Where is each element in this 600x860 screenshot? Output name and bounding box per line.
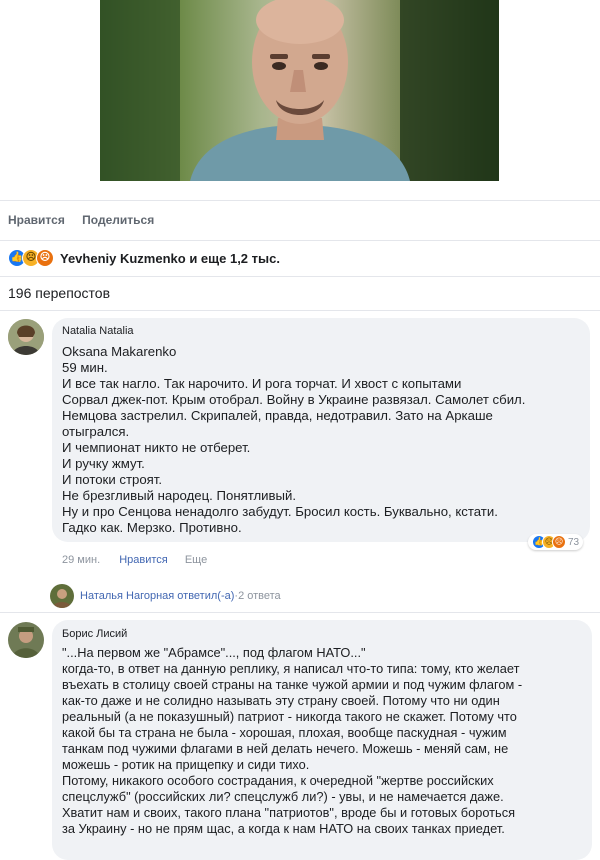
post-photo-area [0,0,600,190]
comment-meta: 29 мин. Нравится Еще [62,554,207,566]
shares-count[interactable]: 196 перепостов [8,285,110,301]
divider [0,310,600,311]
comment-bubble: Natalia Natalia Oksana Makarenko 59 мин.… [52,318,590,542]
reply-count: 2 ответа [238,590,281,602]
avatar-image [8,622,44,658]
like-button[interactable]: Нравится [8,213,65,227]
reply-author-text: Наталья Нагорная ответил(-а) [80,590,235,602]
comment-reactions-badge[interactable]: 👍 ☹ ☹ 73 [528,534,584,550]
share-button[interactable]: Поделиться [82,213,154,227]
avatar-image [8,319,44,355]
comment-text: Oksana Makarenko 59 мин. И все так нагло… [62,344,526,535]
divider [0,612,600,613]
divider [0,200,600,201]
reaction-icons: 👍 ☹ ☹ [8,249,54,267]
comment-like-button[interactable]: Нравится [119,554,168,566]
divider [0,240,600,241]
reactions-summary[interactable]: 👍 ☹ ☹ Yevheniy Kuzmenko и еще 1,2 тыс. [8,249,280,267]
avatar[interactable] [8,319,44,355]
avatar[interactable] [8,622,44,658]
reaction-count: 73 [568,536,580,548]
comment-time[interactable]: 29 мин. [62,554,100,566]
comment-more-button[interactable]: Еще [185,554,207,566]
man-portrait-image [100,0,499,181]
reactions-text: Yevheniy Kuzmenko и еще 1,2 тыс. [60,250,280,266]
divider [0,276,600,277]
angry-icon: ☹ [552,535,566,549]
comment-bubble: Борис Лисий "...На первом же "Абрамсе"..… [52,620,592,860]
avatar-image [50,584,74,608]
comment-text: "...На первом же "Абрамсе"..., под флаго… [62,645,523,836]
reply-avatar [50,584,74,608]
post-actions: Нравится Поделиться [8,213,168,227]
replies-link[interactable]: Наталья Нагорная ответил(-а) · 2 ответа [50,584,281,608]
comment-author[interactable]: Борис Лисий [62,628,127,640]
post-photo[interactable] [100,0,499,181]
angry-icon: ☹ [36,249,54,267]
comment-author[interactable]: Natalia Natalia [62,325,134,337]
